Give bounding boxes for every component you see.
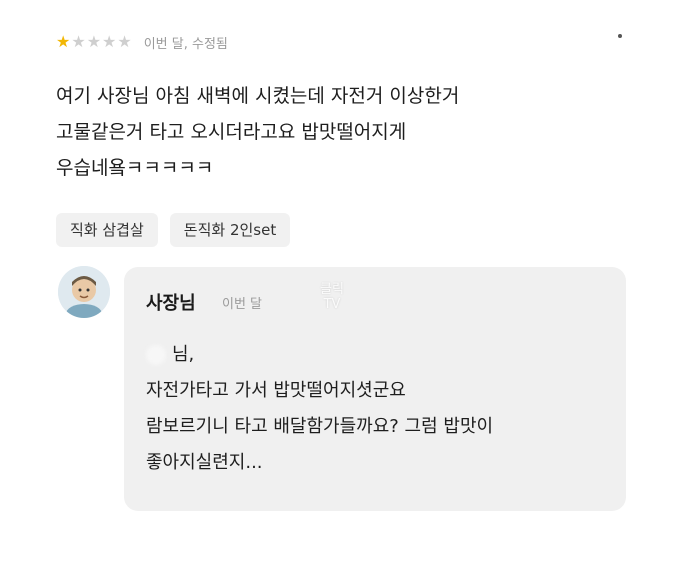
reply-date: 이번 달 [222, 297, 263, 312]
owner-avatar[interactable] [58, 266, 110, 318]
reply-text: 님, 자전가타고 가서 밥맛떨어지셧군요 람보르기니 타고 배달함가들까요? 그… [146, 337, 616, 481]
review-text: 여기 사장님 아침 새벽에 시켰는데 자전거 이상한거 고물같은거 타고 오시더… [56, 78, 636, 186]
star-filled-icon: ★ [56, 32, 71, 51]
review-meta: ★ ★ ★ ★ ★ 이번 달, 수정됨 [56, 30, 228, 54]
review-line: 여기 사장님 아침 새벽에 시켰는데 자전거 이상한거 [56, 85, 460, 107]
reply-line: 님, [172, 344, 195, 365]
reply-line: 좋아지실련지... [146, 452, 263, 473]
watermark-line: TV [323, 297, 341, 312]
menu-tag[interactable]: 직화 삼겹살 [56, 213, 158, 247]
menu-tag[interactable]: 돈직화 2인set [169, 213, 291, 247]
menu-tags: 직화 삼겹살 돈직화 2인set [56, 213, 291, 247]
review-line: 우습네욬ㅋㅋㅋㅋㅋ [56, 157, 214, 179]
star-empty-icon: ★ [86, 32, 102, 51]
avatar-icon [58, 266, 110, 318]
reply-line: 자전가타고 가서 밥맛떨어지셧군요 [146, 380, 406, 401]
review-line: 고물같은거 타고 오시더라고요 밥맛떨어지게 [56, 121, 407, 143]
watermark: 클릭 TV [312, 282, 352, 312]
review-date: 이번 달, 수정됨 [143, 36, 228, 52]
rating-stars: ★ ★ ★ ★ ★ [56, 34, 132, 50]
star-empty-icon: ★ [117, 32, 132, 51]
more-options-icon[interactable] [618, 34, 622, 38]
reply-author: 사장님 [146, 293, 196, 314]
owner-reply: 사장님 이번 달 님, 자전가타고 가서 밥맛떨어지셧군요 람보르기니 타고 배… [124, 267, 626, 511]
star-empty-icon: ★ [102, 32, 117, 51]
star-empty-icon: ★ [71, 32, 86, 51]
reply-line: 람보르기니 타고 배달함가들까요? 그럼 밥맛이 [146, 416, 494, 437]
blurred-username [146, 345, 166, 365]
watermark-line: 클릭 [320, 282, 344, 297]
